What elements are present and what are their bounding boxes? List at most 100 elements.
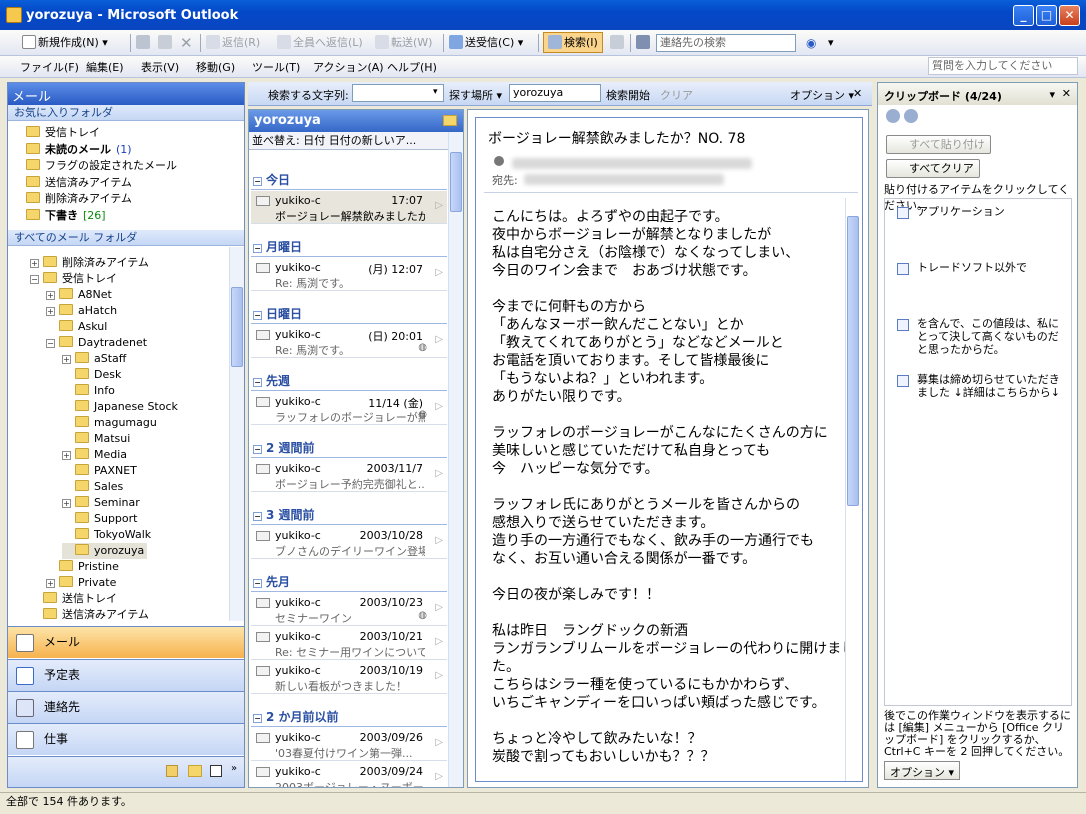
collapse-icon[interactable]: −	[253, 579, 262, 588]
folder-item[interactable]: + aHatch	[46, 303, 117, 319]
folder-item[interactable]: Info	[62, 383, 115, 399]
notes-icon[interactable]	[166, 765, 178, 777]
folder-item[interactable]: PAXNET	[62, 463, 137, 479]
collapse-icon[interactable]: −	[253, 512, 262, 521]
search-location-button[interactable]: 探す場所 ▾	[449, 87, 502, 103]
clipboard-item[interactable]: 募集は締め切らせていただきました ↓詳細はこちらから↓	[897, 373, 1067, 399]
menu-go[interactable]: 移動(G)	[196, 59, 235, 75]
reply-button[interactable]: 返信(R)	[206, 34, 260, 52]
message-item[interactable]: yukiko-c 2003/10/21 Re: セミナー用ワインについて・・ ▷	[251, 627, 447, 660]
message-item[interactable]: yukiko-c (日) 20:01 Re: 馬渕です。 ▷ ◍	[251, 325, 447, 358]
nav-calendar-button[interactable]: 予定表	[8, 659, 244, 691]
nav-mail-button[interactable]: メール	[8, 626, 244, 658]
expand-icon[interactable]: +	[46, 579, 55, 588]
message-group-header[interactable]: −3 週間前	[251, 505, 447, 525]
menu-actions[interactable]: アクション(A)	[313, 59, 384, 75]
flag-icon[interactable]: ▷	[435, 737, 443, 748]
folder-item[interactable]: − 受信トレイ	[30, 271, 117, 287]
contact-search-input[interactable]: 連絡先の検索	[656, 34, 796, 52]
shortcuts-icon[interactable]	[210, 765, 222, 777]
find-button[interactable]: 検索(I)	[543, 32, 603, 53]
folder-item[interactable]: TokyoWalk	[62, 527, 151, 543]
menu-edit[interactable]: 編集(E)	[86, 59, 124, 75]
move-icon[interactable]	[158, 34, 174, 52]
organize-icon[interactable]	[610, 34, 626, 52]
folder-item[interactable]: Sales	[62, 479, 123, 495]
folder-item[interactable]: Desk	[62, 367, 121, 383]
favorite-folder[interactable]: 未読のメール (1)	[26, 142, 132, 158]
flag-icon[interactable]: ▷	[435, 468, 443, 479]
folder-item[interactable]: 送信トレイ	[30, 591, 117, 607]
folder-item[interactable]: Japanese Stock	[62, 399, 178, 415]
clipboard-item[interactable]: を含んで、この値段は、私にとって決して高くないものだと思ったからだ。	[897, 317, 1067, 356]
flag-icon[interactable]: ▷	[435, 771, 443, 782]
menu-file[interactable]: ファイル(F)	[20, 59, 79, 75]
find-now-button[interactable]: 検索開始	[606, 87, 650, 103]
flag-icon[interactable]: ▷	[435, 200, 443, 211]
folder-item[interactable]: Matsui	[62, 431, 130, 447]
message-group-header[interactable]: − 先月	[251, 572, 447, 592]
forward-button[interactable]: 転送(W)	[375, 34, 432, 52]
favorite-folder[interactable]: 削除済みアイテム	[26, 191, 132, 207]
folder-scrollbar[interactable]	[229, 247, 244, 621]
favorite-folder[interactable]: 受信トレイ	[26, 125, 100, 141]
flag-icon[interactable]: ▷	[435, 535, 443, 546]
folder-item[interactable]: + 削除済みアイテム	[30, 255, 149, 271]
message-item[interactable]: yukiko-c 2003/10/28 ブノさんのデイリーワイン登場！... ▷	[251, 526, 447, 559]
collapse-icon[interactable]: −	[253, 177, 262, 186]
back-icon[interactable]	[886, 109, 900, 123]
send-receive-button[interactable]: 送受信(C) ▾	[449, 34, 523, 52]
help-icon[interactable]: ◉	[806, 34, 816, 52]
pane-menu-icon[interactable]: ▾	[1049, 88, 1055, 101]
message-item[interactable]: yukiko-c 2003/10/19 新しい看板がつきました！ ▷	[251, 661, 447, 694]
menu-view[interactable]: 表示(V)	[141, 59, 179, 75]
message-item[interactable]: yukiko-c 2003/09/242003ボージョレー・ヌーボー ▷	[251, 762, 447, 787]
close-button[interactable]: ✕	[1059, 5, 1080, 26]
collapse-icon[interactable]: −	[253, 244, 262, 253]
folder-item[interactable]: + Seminar	[62, 495, 140, 511]
configure-buttons-icon[interactable]: »	[231, 763, 237, 774]
message-group-header[interactable]: − 今日	[251, 170, 447, 190]
message-group-header[interactable]: −2 週間前	[251, 438, 447, 458]
expand-icon[interactable]: +	[62, 499, 71, 508]
expand-icon[interactable]: −	[46, 339, 55, 348]
expand-icon[interactable]: +	[62, 451, 71, 460]
flag-icon[interactable]: ▷	[435, 401, 443, 412]
message-group-header[interactable]: − 先週	[251, 371, 447, 391]
expand-icon[interactable]: +	[30, 259, 39, 268]
collapse-icon[interactable]: −	[253, 311, 262, 320]
menu-help[interactable]: ヘルプ(H)	[387, 59, 437, 75]
message-list-scrollbar[interactable]	[448, 132, 463, 787]
expand-icon[interactable]: +	[46, 307, 55, 316]
message-item[interactable]: yukiko-c 2003/11/7 ボージョレー予約完売御礼と... ▷	[251, 459, 447, 492]
print-icon[interactable]	[136, 34, 152, 52]
folder-item[interactable]: + aStaff	[62, 351, 126, 367]
flag-icon[interactable]: ▷	[435, 267, 443, 278]
menu-tools[interactable]: ツール(T)	[252, 59, 300, 75]
folder-item[interactable]: magumagu	[62, 415, 157, 431]
flag-icon[interactable]: ▷	[435, 636, 443, 647]
search-text-input[interactable]	[352, 84, 444, 102]
search-location-input[interactable]: yorozuya	[509, 84, 601, 102]
nav-contacts-button[interactable]: 連絡先	[8, 691, 244, 723]
delete-icon[interactable]: ✕	[180, 34, 193, 52]
expand-icon[interactable]: +	[46, 291, 55, 300]
collapse-icon[interactable]: −	[253, 378, 262, 387]
message-item[interactable]: yukiko-c 17:07 ボージョレー解禁飲みましたか ▷	[251, 191, 447, 224]
folder-item[interactable]: + Media	[62, 447, 127, 463]
find-options-button[interactable]: オプション ▾	[790, 87, 854, 103]
clipboard-options-button[interactable]: オプション ▾	[884, 761, 961, 780]
forward-icon[interactable]	[904, 109, 918, 123]
message-item[interactable]: yukiko-c 11/14 (金) ラッフォレのボージョレーが無... ▷ ◍	[251, 392, 447, 425]
address-book-icon[interactable]	[636, 34, 652, 52]
pane-close-icon[interactable]: ✕	[1062, 87, 1071, 100]
expand-icon[interactable]: +	[62, 355, 71, 364]
search-history-icon[interactable]: ▾	[433, 87, 438, 97]
new-button[interactable]: 新規作成(N) ▾	[22, 34, 108, 52]
reply-all-button[interactable]: 全員へ返信(L)	[277, 34, 363, 52]
clipboard-item[interactable]: アプリケーション	[897, 205, 1067, 219]
message-item[interactable]: yukiko-c (月) 12:07 Re: 馬渕です。 ▷	[251, 258, 447, 291]
help-question-input[interactable]: 質問を入力してください	[928, 57, 1078, 75]
collapse-icon[interactable]: −	[253, 445, 262, 454]
message-group-header[interactable]: − 月曜日	[251, 237, 447, 257]
